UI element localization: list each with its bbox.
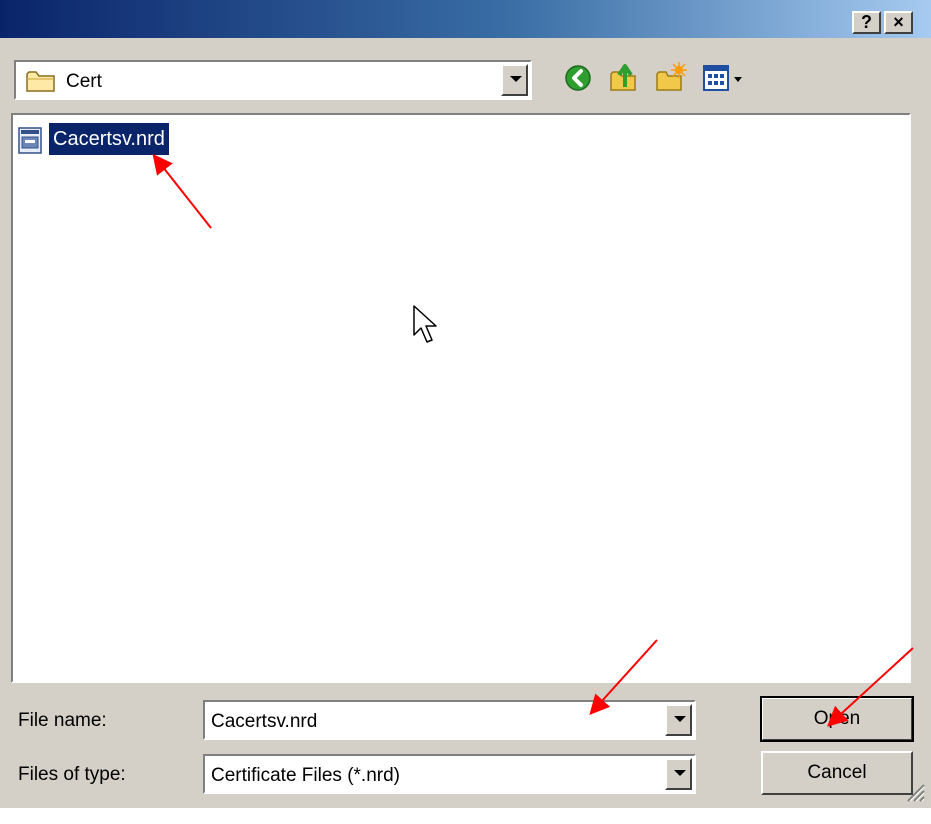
up-folder-icon[interactable] [608,60,640,94]
file-list[interactable]: Cacertsv.nrd [11,113,911,683]
look-in-dropdown-button[interactable] [501,64,528,96]
file-name-label: File name: [18,710,107,731]
file-name-label: Cacertsv.nrd [49,123,169,155]
file-name-combo[interactable]: Cacertsv.nrd [203,700,696,740]
close-button[interactable]: × [884,11,913,34]
view-menu-icon[interactable] [702,60,752,94]
file-name-dropdown-button[interactable] [665,704,692,736]
files-of-type-label: Files of type: [18,764,126,785]
title-bar: ? × [0,0,931,38]
back-icon[interactable] [562,60,594,94]
mouse-cursor-icon [413,305,437,343]
open-button[interactable]: Open [760,696,914,742]
new-folder-icon[interactable] [655,60,687,94]
look-in-value: Cert [66,71,102,92]
files-of-type-dropdown-button[interactable] [665,758,692,790]
file-name-input[interactable]: Cacertsv.nrd [211,711,317,733]
resize-grip-icon[interactable] [903,780,925,802]
help-button[interactable]: ? [852,11,881,34]
cancel-button[interactable]: Cancel [761,751,913,795]
look-in-combo[interactable]: Cert [14,60,532,100]
folder-icon [26,71,55,92]
files-of-type-value: Certificate Files (*.nrd) [211,765,400,786]
open-file-dialog: ? × Cert Cacertsv.nrd File name: Cacerts… [0,0,931,808]
files-of-type-combo[interactable]: Certificate Files (*.nrd) [203,754,696,794]
certificate-file-icon [18,127,42,154]
